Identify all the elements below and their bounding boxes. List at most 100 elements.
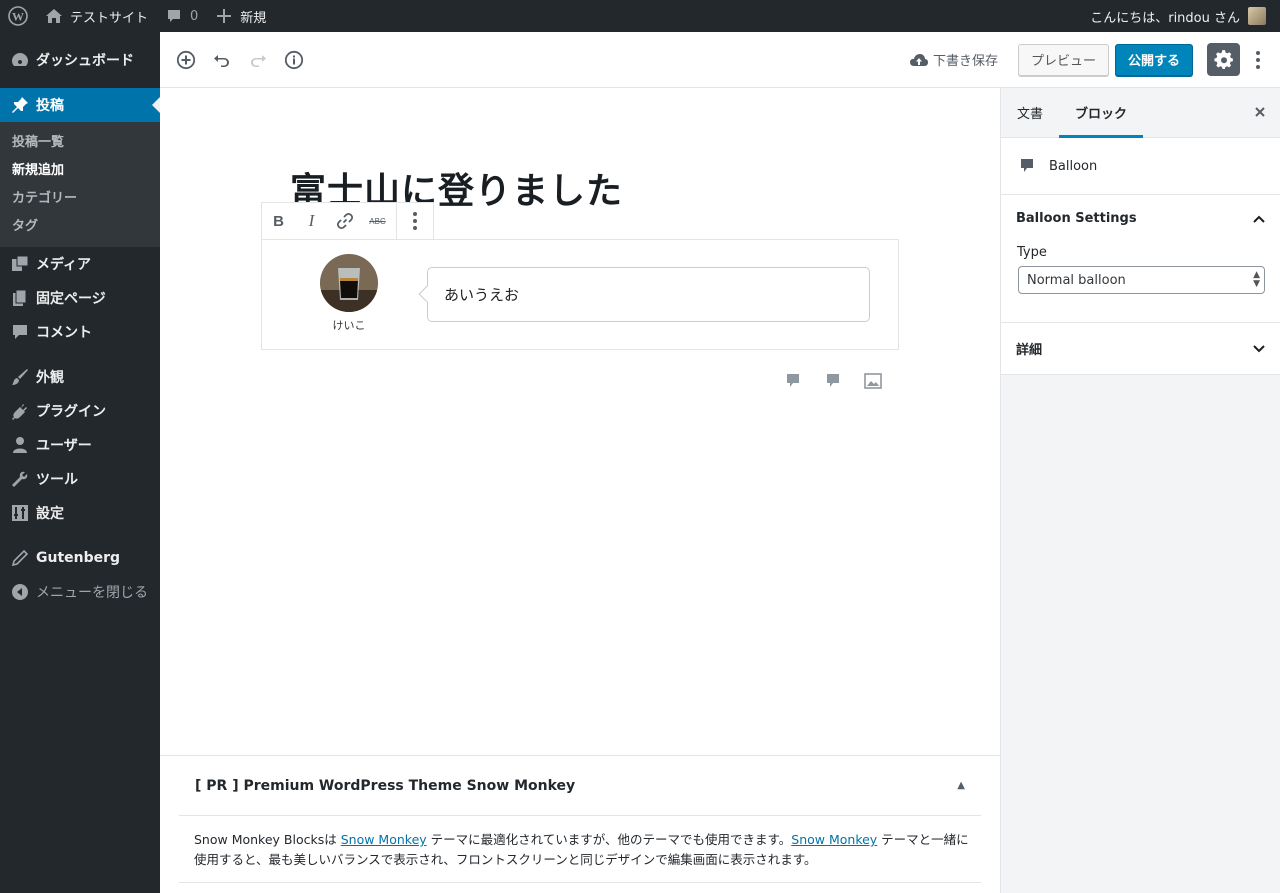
- save-draft-button[interactable]: 下書き保存: [909, 50, 998, 69]
- menu-item-plugins[interactable]: プラグイン: [0, 394, 160, 428]
- submenu-all-posts[interactable]: 投稿一覧: [0, 129, 160, 157]
- menu-item-appearance[interactable]: 外観: [0, 360, 160, 394]
- block-more-button[interactable]: [397, 203, 433, 239]
- comment-icon: [10, 322, 30, 342]
- admin-menu: ダッシュボード 投稿 投稿一覧 新規追加 カテゴリー タグ メディア 固定ページ…: [0, 32, 160, 893]
- tab-document[interactable]: 文書: [1001, 88, 1059, 138]
- balloon-settings-panel: Balloon Settings Type Normal balloon ▲ ▼: [1001, 195, 1280, 323]
- menu-label-media: メディア: [36, 257, 92, 273]
- balloon-settings-toggle[interactable]: Balloon Settings: [1001, 195, 1280, 242]
- preview-button[interactable]: プレビュー: [1017, 43, 1109, 76]
- comment-icon: [787, 374, 799, 387]
- add-block-button[interactable]: [168, 42, 204, 78]
- type-select[interactable]: Normal balloon ▲ ▼: [1018, 266, 1265, 294]
- select-arrows-icon: ▲ ▼: [1253, 270, 1260, 289]
- menu-item-settings[interactable]: 設定: [0, 496, 160, 530]
- insert-balloon-button[interactable]: [780, 370, 806, 392]
- metabox-text-2: テーマに最適化されていますが、他のテーマでも使用できます。: [426, 832, 792, 847]
- balloon-text[interactable]: あいうえお: [427, 267, 870, 322]
- svg-text:W: W: [12, 10, 24, 24]
- admin-bar: W テストサイト 0 新規 こんにちは、rindou さん: [0, 0, 1280, 32]
- my-account-link[interactable]: こんにちは、rindou さん: [1082, 0, 1274, 32]
- panel-title: Balloon Settings: [1016, 211, 1137, 226]
- greeting-text: こんにちは、rindou さん: [1090, 10, 1240, 26]
- quick-inserter: [766, 370, 886, 392]
- site-name: テストサイト: [70, 10, 149, 26]
- tab-block[interactable]: ブロック: [1059, 88, 1144, 138]
- comment-icon: [827, 374, 839, 387]
- balloon-avatar-name[interactable]: けいこ: [320, 317, 378, 333]
- menu-item-gutenberg[interactable]: Gutenberg: [0, 541, 160, 575]
- save-draft-label: 下書き保存: [932, 54, 998, 69]
- menu-item-media[interactable]: メディア: [0, 247, 160, 281]
- block-card: Balloon: [1001, 138, 1280, 195]
- collapse-menu-button[interactable]: メニューを閉じる: [0, 575, 160, 609]
- pushpin-icon: [10, 95, 30, 115]
- menu-item-posts[interactable]: 投稿: [0, 88, 160, 122]
- menu-item-tools[interactable]: ツール: [0, 462, 160, 496]
- comments-count: 0: [190, 8, 199, 24]
- undo-icon: [214, 54, 229, 67]
- new-content-link[interactable]: 新規: [206, 0, 274, 32]
- snow-monkey-link-2[interactable]: Snow Monkey: [791, 832, 877, 847]
- cloud-upload-icon: [909, 53, 928, 66]
- menu-label-pages: 固定ページ: [36, 291, 106, 307]
- metabox-text-1: Snow Monkey Blocksは: [194, 832, 341, 847]
- more-menu-button[interactable]: [1246, 44, 1270, 76]
- plus-icon: [214, 6, 234, 26]
- avatar: [1248, 7, 1266, 25]
- new-label: 新規: [240, 10, 267, 26]
- redo-button[interactable]: [240, 42, 276, 78]
- divider: [179, 882, 981, 883]
- link-icon: [336, 212, 353, 230]
- link-button[interactable]: [328, 203, 361, 239]
- menu-label-dashboard: ダッシュボード: [36, 53, 134, 69]
- metabox-title: [ PR ] Premium WordPress Theme Snow Monk…: [195, 777, 576, 794]
- pages-icon: [10, 288, 30, 308]
- pencil-icon: [10, 548, 30, 568]
- menu-item-dashboard[interactable]: ダッシュボード: [0, 43, 160, 77]
- comment-icon: [164, 6, 184, 26]
- comments-link[interactable]: 0: [156, 0, 206, 32]
- menu-label-gutenberg: Gutenberg: [36, 550, 121, 566]
- menu-label-appearance: 外観: [36, 370, 64, 386]
- menu-item-users[interactable]: ユーザー: [0, 428, 160, 462]
- menu-label-plugins: プラグイン: [36, 404, 106, 420]
- site-name-link[interactable]: テストサイト: [36, 0, 156, 32]
- metabox-header[interactable]: [ PR ] Premium WordPress Theme Snow Monk…: [179, 756, 981, 816]
- bold-button[interactable]: B: [262, 203, 295, 239]
- close-sidebar-button[interactable]: [1254, 103, 1266, 122]
- menu-item-pages[interactable]: 固定ページ: [0, 281, 160, 315]
- settings-button[interactable]: [1207, 43, 1240, 76]
- submenu-add-new[interactable]: 新規追加: [0, 157, 160, 185]
- snow-monkey-link-1[interactable]: Snow Monkey: [341, 832, 427, 847]
- metabox-body: Snow Monkey Blocksは Snow Monkey テーマに最適化さ…: [194, 830, 980, 870]
- block-card-title: Balloon: [1049, 158, 1098, 174]
- pr-metabox: [ PR ] Premium WordPress Theme Snow Monk…: [160, 755, 1000, 893]
- insert-balloon-button-2[interactable]: [820, 370, 846, 392]
- settings-sidebar: 文書 ブロック Balloon Balloon Settings Type No…: [1000, 88, 1280, 893]
- strikethrough-button[interactable]: ABC: [361, 203, 394, 239]
- balloon-block[interactable]: けいこ あいうえお: [261, 239, 899, 350]
- info-button[interactable]: [276, 42, 312, 78]
- publish-button[interactable]: 公開する: [1114, 43, 1193, 76]
- collapse-caret-icon[interactable]: ▲: [957, 780, 965, 791]
- type-label: Type: [1017, 245, 1047, 260]
- submenu-tags[interactable]: タグ: [0, 213, 160, 241]
- italic-button[interactable]: I: [295, 203, 328, 239]
- menu-label-collapse: メニューを閉じる: [36, 585, 148, 601]
- gear-icon: [1213, 49, 1233, 69]
- editor-content: 富士山に登りました B I ABC けいこ あいうえお [ PR ] Premi…: [160, 88, 1000, 893]
- vertical-ellipsis-icon: [1256, 50, 1260, 69]
- submenu-categories[interactable]: カテゴリー: [0, 185, 160, 213]
- insert-image-button[interactable]: [860, 370, 886, 392]
- collapse-arrow-icon: [10, 582, 30, 602]
- chevron-down-icon: [1252, 344, 1266, 354]
- menu-item-comments[interactable]: コメント: [0, 315, 160, 349]
- advanced-toggle[interactable]: 詳細: [1001, 323, 1280, 374]
- menu-label-tools: ツール: [36, 472, 78, 488]
- balloon-avatar-image[interactable]: [320, 254, 378, 312]
- undo-button[interactable]: [204, 42, 240, 78]
- wordpress-logo-button[interactable]: W: [0, 0, 36, 32]
- dashboard-icon: [10, 50, 30, 70]
